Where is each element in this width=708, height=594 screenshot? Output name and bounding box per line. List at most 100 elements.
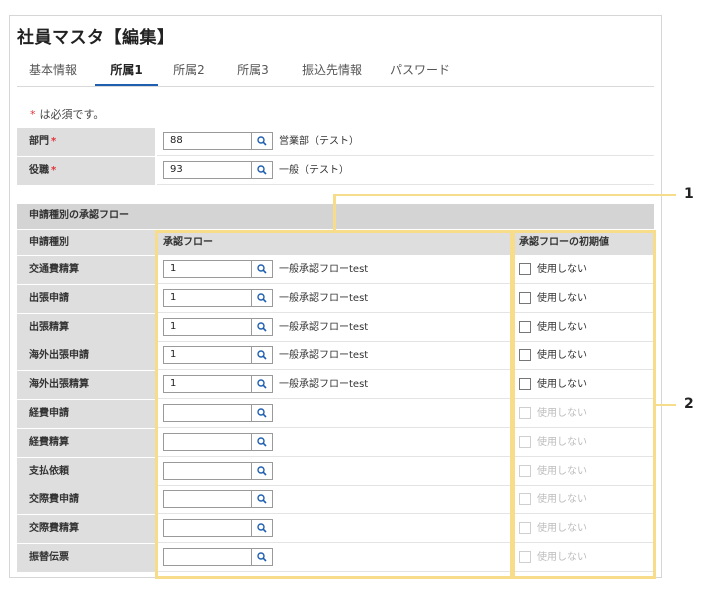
tab-basic-info[interactable]: 基本情報 [27, 56, 79, 86]
tab-password[interactable]: パスワード [387, 56, 453, 86]
application-type-label: 海外出張申請 [17, 342, 155, 371]
position-input[interactable]: 93 [163, 161, 251, 179]
do-not-use-label: 使用しない [537, 292, 587, 304]
approval-flow-name: 一般承認フローtest [279, 292, 369, 304]
do-not-use-label: 使用しない [537, 465, 587, 477]
do-not-use-checkbox[interactable] [519, 378, 531, 391]
approval-flow-input[interactable] [163, 404, 251, 422]
do-not-use-checkbox[interactable] [519, 291, 531, 304]
search-icon [257, 293, 267, 303]
approval-row: 経費精算 使用しない [17, 428, 654, 457]
approval-row: 交通費精算 1 一般承認フローtest 使用しない [17, 256, 654, 284]
approval-row: 海外出張申請 1 一般承認フローtest 使用しない [17, 342, 654, 371]
approval-flow-input[interactable]: 1 [163, 375, 251, 394]
approval-flow-input[interactable]: 1 [163, 317, 251, 336]
department-search-button[interactable] [251, 132, 273, 150]
header-initial-value: 承認フローの初期値 [513, 230, 654, 255]
approval-row: 交際費申請 使用しない [17, 486, 654, 515]
approval-flow-input[interactable]: 1 [163, 260, 251, 278]
initial-value-cell: 使用しない [513, 284, 654, 313]
application-type-label: 支払依頼 [17, 457, 155, 486]
search-icon [257, 379, 267, 389]
tab-bar: 基本情報 所属1 所属2 所属3 振込先情報 パスワード [17, 56, 654, 87]
do-not-use-label: 使用しない [537, 552, 587, 563]
do-not-use-label: 使用しない [537, 350, 587, 362]
approval-flow-cell [157, 428, 511, 457]
approval-flow-input[interactable] [163, 548, 251, 566]
do-not-use-label: 使用しない [537, 436, 587, 448]
initial-value-cell: 使用しない [513, 371, 654, 400]
approval-flow-cell [157, 486, 511, 515]
initial-value-cell: 使用しない [513, 313, 654, 342]
application-type-label: 出張申請 [17, 284, 155, 313]
do-not-use-label: 使用しない [537, 408, 587, 419]
search-icon [257, 165, 267, 175]
search-icon [257, 437, 267, 447]
approval-flow-input[interactable] [163, 490, 251, 509]
tab-bank-transfer[interactable]: 振込先情報 [300, 56, 364, 86]
do-not-use-checkbox[interactable] [519, 349, 531, 362]
approval-flow-search-button[interactable] [251, 260, 273, 278]
do-not-use-checkbox [519, 407, 531, 419]
do-not-use-checkbox [519, 464, 531, 477]
tab-affiliation-1[interactable]: 所属1 [95, 56, 158, 86]
required-note: * は必須です。 [30, 106, 104, 122]
department-input[interactable]: 88 [163, 132, 251, 150]
approval-table-header: 申請種別 承認フロー 承認フローの初期値 [17, 230, 654, 255]
initial-value-cell: 使用しない [513, 256, 654, 284]
callout-1-number: 1 [684, 186, 694, 202]
approval-flow-search-button[interactable] [251, 461, 273, 480]
approval-row: 経費申請 使用しない [17, 400, 654, 428]
approval-flow-search-button[interactable] [251, 346, 273, 365]
approval-row: 出張精算 1 一般承認フローtest 使用しない [17, 313, 654, 342]
approval-flow-cell [157, 400, 511, 428]
search-icon [257, 552, 267, 562]
approval-flow-name: 一般承認フローtest [279, 379, 369, 391]
approval-flow-cell: 1 一般承認フローtest [157, 371, 511, 400]
initial-value-cell: 使用しない [513, 457, 654, 486]
approval-flow-input[interactable] [163, 461, 251, 480]
approval-flow-search-button[interactable] [251, 432, 273, 451]
approval-flow-search-button[interactable] [251, 519, 273, 538]
do-not-use-label: 使用しない [537, 321, 587, 333]
search-icon [257, 523, 267, 533]
approval-row: 海外出張精算 1 一般承認フローtest 使用しない [17, 371, 654, 400]
approval-row: 振替伝票 使用しない [17, 544, 654, 572]
department-cell: 88 営業部（テスト） [157, 128, 654, 156]
approval-flow-search-button[interactable] [251, 404, 273, 422]
approval-flow-search-button[interactable] [251, 490, 273, 509]
approval-flow-search-button[interactable] [251, 548, 273, 566]
callout-1-line-horizontal [333, 194, 676, 196]
search-icon [257, 494, 267, 504]
do-not-use-checkbox[interactable] [519, 263, 531, 275]
approval-flow-cell: 1 一般承認フローtest [157, 256, 511, 284]
approval-row: 交際費精算 使用しない [17, 515, 654, 544]
callout-2-line [656, 404, 676, 406]
do-not-use-checkbox[interactable] [519, 320, 531, 333]
do-not-use-label: 使用しない [537, 264, 587, 275]
approval-flow-cell: 1 一般承認フローtest [157, 342, 511, 371]
approval-flow-search-button[interactable] [251, 375, 273, 394]
approval-flow-input[interactable] [163, 519, 251, 538]
page-title: 社員マスタ【編集】 [17, 28, 175, 48]
approval-flow-search-button[interactable] [251, 288, 273, 307]
approval-flow-name: 一般承認フローtest [279, 350, 369, 362]
approval-flow-input[interactable] [163, 432, 251, 451]
required-star: * [51, 136, 57, 147]
approval-flow-cell [157, 457, 511, 486]
do-not-use-checkbox [519, 551, 531, 563]
tab-affiliation-3[interactable]: 所属3 [233, 56, 273, 86]
application-type-label: 出張精算 [17, 313, 155, 342]
position-search-button[interactable] [251, 161, 273, 179]
search-icon [257, 321, 267, 332]
approval-flow-search-button[interactable] [251, 317, 273, 336]
header-application-type: 申請種別 [17, 230, 155, 255]
tab-affiliation-2[interactable]: 所属2 [169, 56, 209, 86]
approval-flow-input[interactable]: 1 [163, 288, 251, 307]
initial-value-cell: 使用しない [513, 486, 654, 515]
approval-flow-input[interactable]: 1 [163, 346, 251, 365]
search-icon [257, 408, 267, 418]
application-type-label: 海外出張精算 [17, 371, 155, 400]
approval-row: 支払依頼 使用しない [17, 457, 654, 486]
approval-flow-cell: 1 一般承認フローtest [157, 284, 511, 313]
